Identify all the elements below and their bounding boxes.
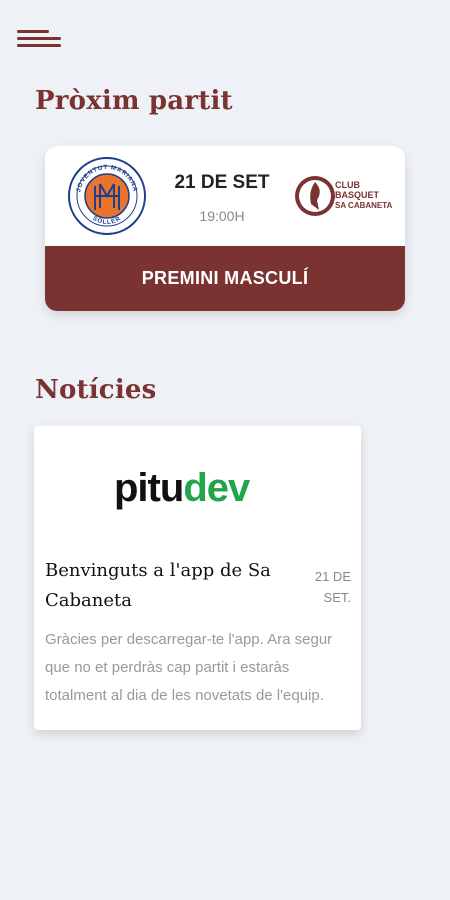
competition-button[interactable]: PREMINI MASCULÍ — [45, 246, 405, 311]
club-basquet-sa-cabaneta-crest-icon: CLUB BASQUET SA CABANETA — [295, 176, 393, 216]
news-card[interactable]: pitudev Benvinguts a l'app de Sa Cabanet… — [34, 426, 361, 730]
hamburger-menu-icon[interactable] — [17, 30, 61, 50]
news-date-month: SET. — [323, 590, 351, 605]
match-time: 19:00H — [199, 208, 245, 224]
away-logo-line3: SA CABANETA — [335, 201, 393, 210]
next-match-heading: Pròxim partit — [35, 86, 233, 116]
logo-part-dev: dev — [183, 466, 250, 510]
joventut-mariana-crest-icon: JOVENTUT MARIANA SÓLLER — [68, 157, 146, 235]
match-date: 21 DE SET — [174, 172, 270, 193]
news-title: Benvinguts a l'app de Sa Cabaneta — [45, 560, 271, 611]
away-logo-line1: CLUB — [335, 180, 360, 190]
next-match-card[interactable]: JOVENTUT MARIANA SÓLLER 21 DE SET 19:00H… — [45, 146, 405, 311]
news-date: 21 DE SET. — [301, 566, 351, 608]
news-heading: Notícies — [35, 375, 157, 405]
news-date-day: 21 DE — [314, 569, 351, 584]
logo-part-pitu: pitu — [114, 466, 184, 510]
app-screen: Pròxim partit JOVENTUT MARIANA SÓLLER 21… — [0, 0, 450, 900]
away-logo-line2: BASQUET — [335, 190, 380, 200]
pitudev-logo: pitudev — [114, 466, 250, 511]
news-excerpt: Gràcies per descarregar-te l'app. Ara se… — [45, 631, 333, 704]
match-info: JOVENTUT MARIANA SÓLLER 21 DE SET 19:00H… — [45, 146, 405, 246]
